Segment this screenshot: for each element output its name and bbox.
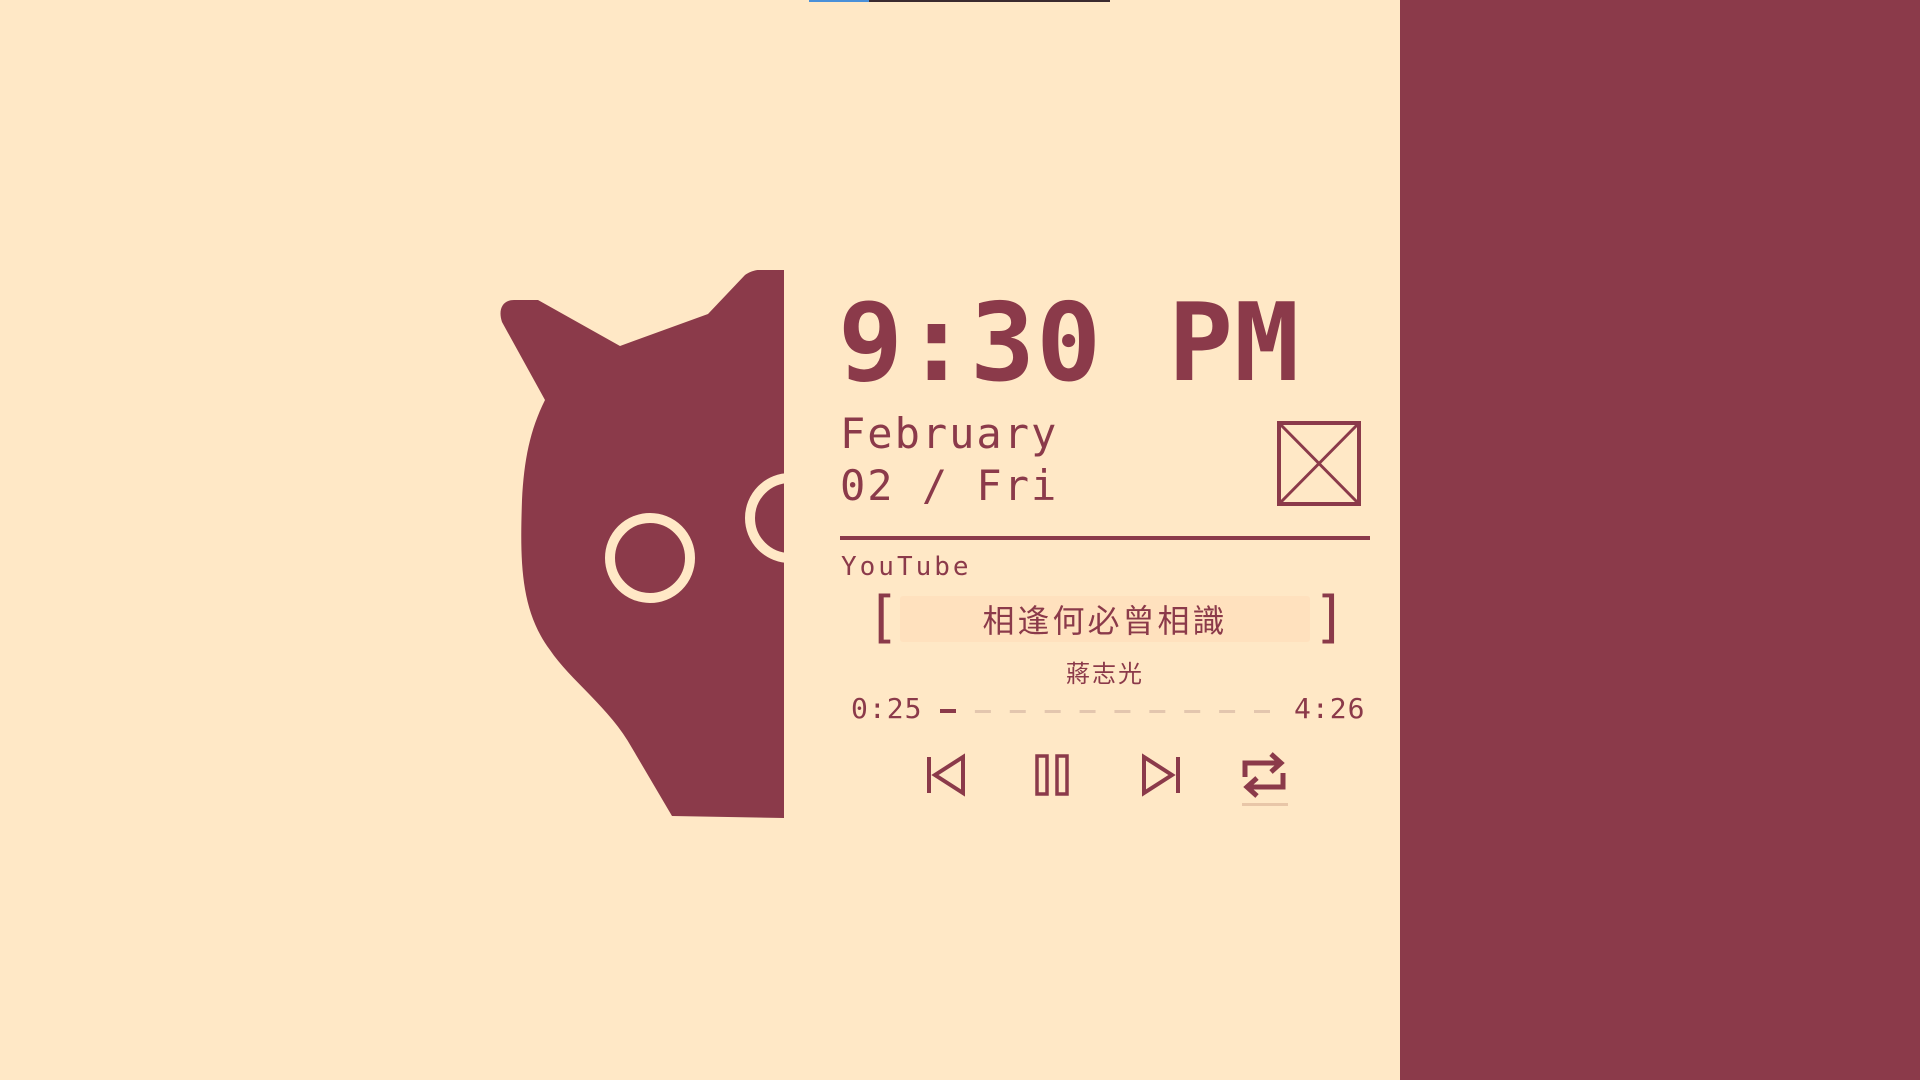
total-time: 4:26 xyxy=(1294,692,1366,725)
progress-segment xyxy=(1044,710,1061,713)
date-display: February 02 / Fri xyxy=(840,408,1058,512)
cat-illustration xyxy=(500,270,790,818)
current-time: 0:25 xyxy=(851,692,923,725)
skip-previous-icon xyxy=(927,753,965,797)
pause-button[interactable] xyxy=(1030,746,1074,804)
track-artist: 蔣志光 xyxy=(1066,660,1144,688)
divider xyxy=(840,536,1370,540)
progress-segment xyxy=(1149,710,1166,713)
progress-segment-filled xyxy=(940,709,956,713)
next-button[interactable] xyxy=(1138,746,1184,804)
title-bracket-left: [ xyxy=(866,585,900,650)
progress-bar[interactable] xyxy=(940,702,1270,720)
repeat-button[interactable] xyxy=(1238,746,1290,804)
progress-segment xyxy=(1009,710,1026,713)
progress-segment xyxy=(1254,710,1270,713)
track-title: 相逢何必曾相識 xyxy=(900,596,1310,642)
progress-segment xyxy=(1079,710,1096,713)
media-source: YouTube xyxy=(841,552,972,582)
progress-segment xyxy=(1219,710,1236,713)
progress-segment xyxy=(1114,710,1131,713)
title-bracket-right: ] xyxy=(1313,585,1347,650)
pause-icon xyxy=(1035,754,1069,796)
top-bar-indicator-segment xyxy=(809,0,869,2)
repeat-active-indicator xyxy=(1242,803,1288,806)
progress-segment xyxy=(974,710,991,713)
date-day: 02 / Fri xyxy=(840,461,1059,510)
top-bar-indicator xyxy=(809,0,1110,2)
placeholder-image-icon xyxy=(1277,421,1361,506)
previous-button[interactable] xyxy=(920,746,972,804)
skip-next-icon xyxy=(1142,753,1180,797)
clock-time: 9:30 PM xyxy=(838,281,1301,406)
repeat-icon xyxy=(1242,752,1286,798)
progress-segment xyxy=(1184,710,1201,713)
date-month: February xyxy=(840,409,1059,458)
side-panel xyxy=(1400,0,1920,1080)
